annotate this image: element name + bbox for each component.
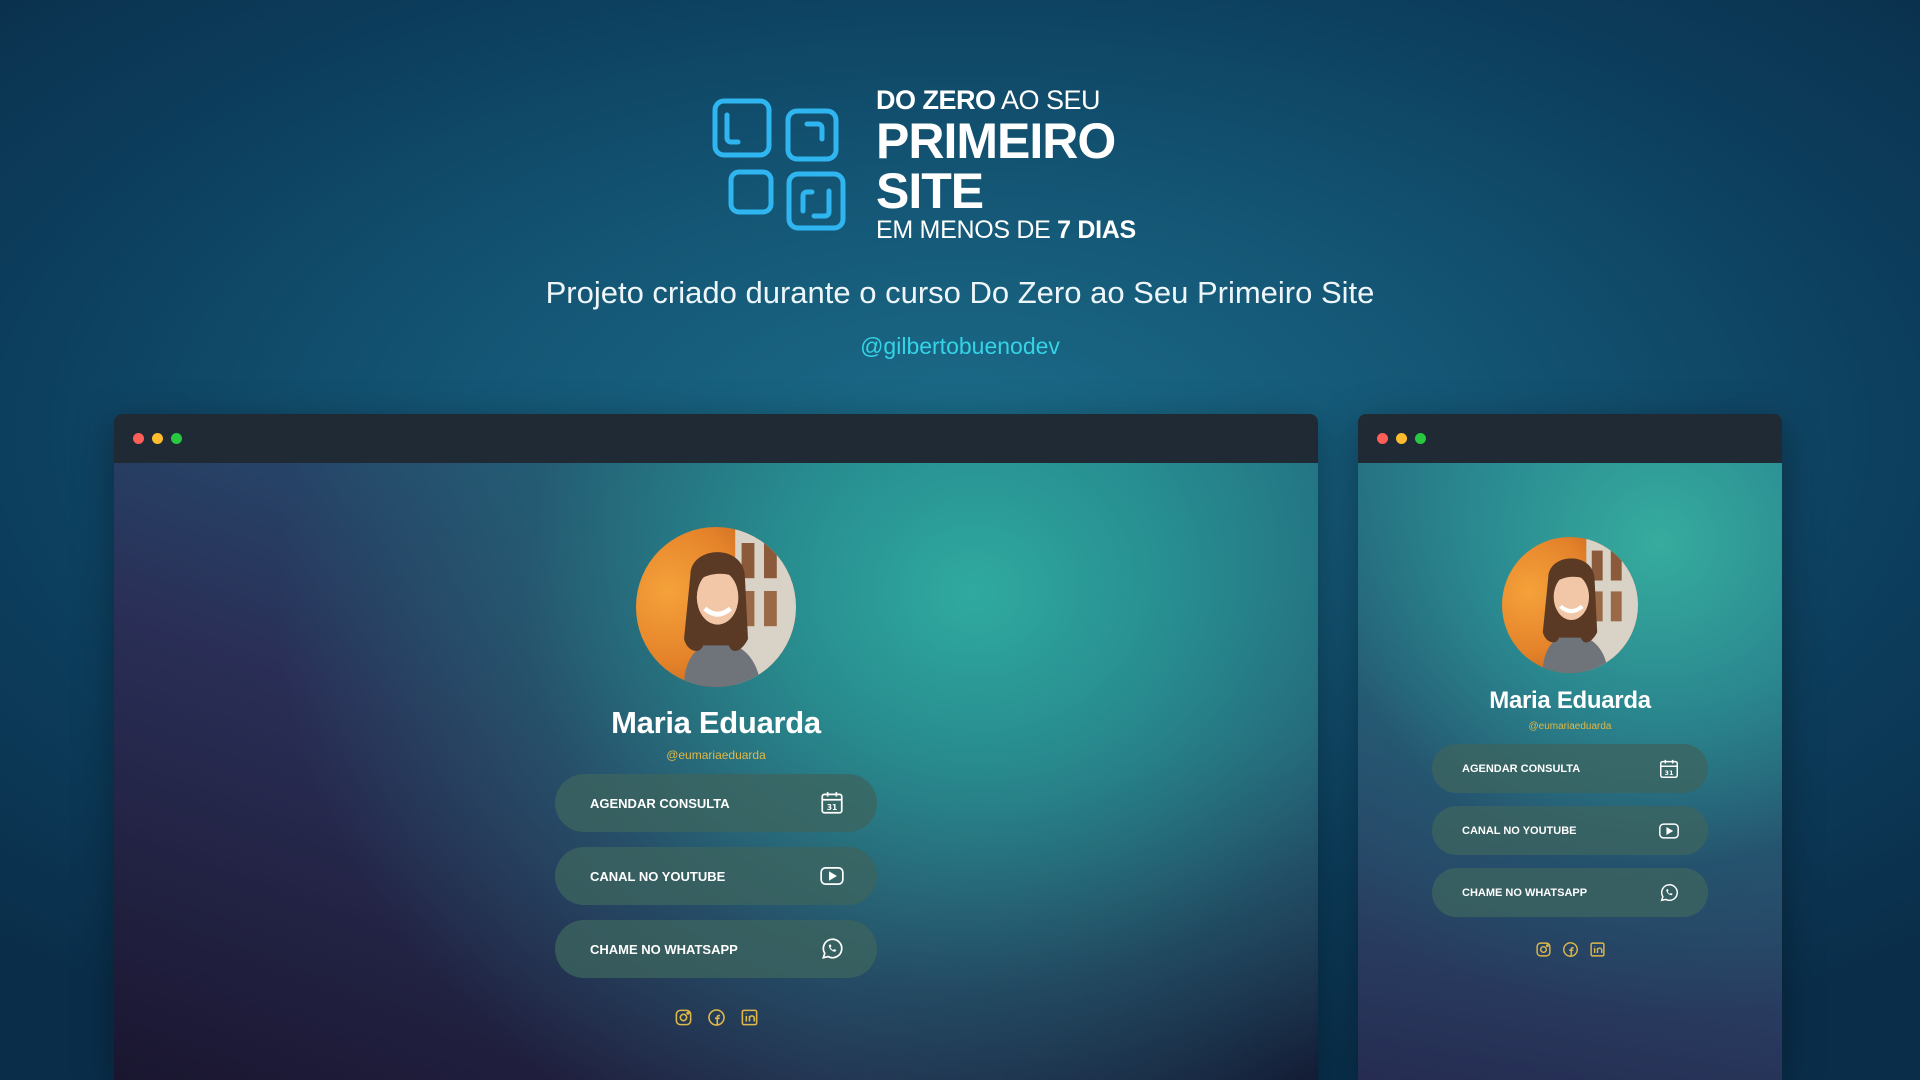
link-label: CANAL NO YOUTUBE bbox=[590, 868, 726, 884]
window-titlebar bbox=[114, 414, 1318, 463]
course-logo: DO ZERO AO SEU PRIMEIRO SITE EM MENOS DE… bbox=[712, 87, 1212, 243]
link-label: CANAL NO YOUTUBE bbox=[1462, 824, 1577, 837]
close-dot[interactable] bbox=[133, 433, 144, 444]
linkedin-icon[interactable] bbox=[1589, 941, 1606, 958]
profile-card: Maria Eduarda @eumariaeduarda AGENDAR CO… bbox=[1358, 537, 1782, 958]
page-preview: Maria Eduarda @eumariaeduarda AGENDAR CO… bbox=[114, 463, 1318, 1080]
play-icon bbox=[1658, 820, 1680, 842]
profile-card: Maria Eduarda @eumariaeduarda AGENDAR CO… bbox=[114, 527, 1318, 1027]
project-subtitle: Projeto criado durante o curso Do Zero a… bbox=[545, 275, 1375, 310]
avatar-photo bbox=[684, 527, 796, 687]
schedule-button[interactable]: AGENDAR CONSULTA 31 bbox=[555, 774, 877, 832]
svg-text:31: 31 bbox=[827, 803, 838, 812]
instagram-icon[interactable] bbox=[674, 1008, 693, 1027]
profile-username: @eumariaeduarda bbox=[666, 748, 766, 762]
avatar-photo bbox=[1542, 537, 1638, 673]
logo-line-3: EM MENOS DE 7 DIAS bbox=[876, 216, 1136, 244]
link-label: CHAME NO WHATSAPP bbox=[590, 941, 738, 957]
author-handle[interactable]: @gilbertobuenodev bbox=[0, 333, 1920, 360]
youtube-button[interactable]: CANAL NO YOUTUBE bbox=[1432, 806, 1708, 855]
link-list: AGENDAR CONSULTA 31 CANAL NO YOUTUBE CHA… bbox=[555, 774, 877, 978]
profile-name: Maria Eduarda bbox=[1489, 687, 1651, 714]
minimize-dot[interactable] bbox=[152, 433, 163, 444]
linkedin-icon[interactable] bbox=[740, 1008, 759, 1027]
facebook-icon[interactable] bbox=[1562, 941, 1579, 958]
page-preview: Maria Eduarda @eumariaeduarda AGENDAR CO… bbox=[1358, 463, 1782, 1080]
svg-text:31: 31 bbox=[1665, 768, 1674, 776]
desktop-browser-window: Maria Eduarda @eumariaeduarda AGENDAR CO… bbox=[114, 414, 1318, 1080]
facebook-icon[interactable] bbox=[707, 1008, 726, 1027]
play-icon bbox=[819, 863, 845, 889]
whatsapp-icon bbox=[819, 936, 845, 962]
close-dot[interactable] bbox=[1377, 433, 1388, 444]
schedule-button[interactable]: AGENDAR CONSULTA 31 bbox=[1432, 744, 1708, 793]
social-links bbox=[1535, 941, 1606, 958]
youtube-button[interactable]: CANAL NO YOUTUBE bbox=[555, 847, 877, 905]
avatar bbox=[1502, 537, 1638, 673]
window-titlebar bbox=[1358, 414, 1782, 463]
logo-squares-icon bbox=[712, 98, 846, 231]
whatsapp-button[interactable]: CHAME NO WHATSAPP bbox=[1432, 868, 1708, 917]
link-label: CHAME NO WHATSAPP bbox=[1462, 886, 1588, 899]
calendar-icon: 31 bbox=[1658, 758, 1680, 780]
link-label: AGENDAR CONSULTA bbox=[1462, 762, 1581, 775]
link-list: AGENDAR CONSULTA 31 CANAL NO YOUTUBE CHA… bbox=[1432, 744, 1708, 917]
logo-line-1: DO ZERO AO SEU bbox=[876, 85, 1101, 115]
profile-name: Maria Eduarda bbox=[611, 705, 821, 740]
link-label: AGENDAR CONSULTA bbox=[590, 795, 730, 811]
maximize-dot[interactable] bbox=[171, 433, 182, 444]
mobile-browser-window: Maria Eduarda @eumariaeduarda AGENDAR CO… bbox=[1358, 414, 1782, 1080]
maximize-dot[interactable] bbox=[1415, 433, 1426, 444]
social-links bbox=[674, 1008, 759, 1027]
logo-line-2: PRIMEIRO SITE bbox=[876, 113, 1116, 219]
whatsapp-icon bbox=[1658, 882, 1680, 904]
instagram-icon[interactable] bbox=[1535, 941, 1552, 958]
whatsapp-button[interactable]: CHAME NO WHATSAPP bbox=[555, 920, 877, 978]
profile-username: @eumariaeduarda bbox=[1528, 721, 1612, 732]
calendar-icon: 31 bbox=[819, 790, 845, 816]
avatar bbox=[636, 527, 796, 687]
minimize-dot[interactable] bbox=[1396, 433, 1407, 444]
